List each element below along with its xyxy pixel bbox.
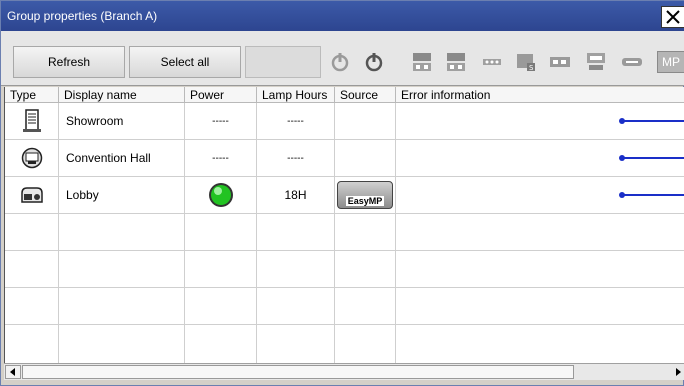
type-cell [5, 103, 59, 140]
empty-cell [5, 288, 59, 325]
type-cell [5, 177, 59, 214]
empty-cell [59, 214, 185, 251]
display-name-cell: Lobby [59, 177, 185, 214]
empty-cell [257, 251, 335, 288]
power-on-icon [365, 53, 383, 72]
empty-cell [185, 214, 257, 251]
video-source-icon [483, 59, 501, 65]
callout-leader-line [622, 120, 684, 122]
window-title: Group properties (Branch A) [7, 9, 158, 23]
scrollbar-thumb[interactable] [22, 365, 574, 379]
column-header-lamp-hours[interactable]: Lamp Hours [257, 87, 335, 103]
title-bar: Group properties (Branch A) [1, 1, 684, 31]
power-on-green-icon [208, 183, 233, 207]
callout-leader-line [622, 194, 684, 196]
empty-cell [5, 214, 59, 251]
power-off-button[interactable] [329, 51, 351, 73]
empty-cell [257, 214, 335, 251]
close-icon [666, 10, 680, 24]
source-cell [335, 103, 396, 140]
source-svideo-button[interactable]: S [515, 51, 537, 73]
empty-cell [185, 288, 257, 325]
scroll-right-button[interactable] [671, 365, 684, 379]
arrow-right-icon [676, 368, 681, 376]
source-hdmi-button[interactable] [585, 51, 607, 73]
power-off-icon [331, 53, 349, 72]
empty-cell [5, 325, 59, 363]
source-computer1-button[interactable] [411, 51, 433, 73]
computer2-source-icon [447, 53, 465, 71]
column-header-source[interactable]: Source [335, 87, 396, 103]
empty-cell [59, 288, 185, 325]
empty-cell [396, 214, 684, 251]
column-header-power[interactable]: Power [185, 87, 257, 103]
empty-cell [396, 325, 684, 363]
horizontal-scrollbar[interactable] [4, 363, 684, 380]
round-projector-icon [21, 147, 42, 169]
source-cell: EasyMP [335, 177, 396, 214]
empty-cell [5, 251, 59, 288]
empty-cell [335, 288, 396, 325]
type-cell [5, 140, 59, 177]
power-on-button[interactable] [363, 51, 385, 73]
display-name-cell: Convention Hall [59, 140, 185, 177]
select-all-button[interactable]: Select all [129, 46, 241, 78]
projector-table: Type Display name Power Lamp Hours Sourc… [4, 87, 684, 363]
empty-cell [396, 251, 684, 288]
group-properties-window: Group properties (Branch A) Refresh Sele… [0, 0, 684, 386]
easymp-source-icon: EasyMP [337, 181, 393, 209]
empty-cell [335, 251, 396, 288]
close-button[interactable] [661, 6, 684, 28]
empty-cell [185, 251, 257, 288]
scroll-left-button[interactable] [5, 365, 21, 379]
source-video-button[interactable] [481, 51, 503, 73]
source-usb-button[interactable] [621, 51, 643, 73]
component-source-icon [550, 57, 570, 67]
column-header-display-name[interactable]: Display name [59, 87, 185, 103]
empty-cell [396, 288, 684, 325]
empty-cell [59, 325, 185, 363]
source-computer2-button[interactable] [445, 51, 467, 73]
callout-leader-line [622, 157, 684, 159]
toolbar-spacer [245, 46, 321, 78]
lamp-hours-cell: ----- [257, 140, 335, 177]
toolbar: Refresh Select all S MP [1, 31, 684, 86]
hdmi-source-icon [587, 53, 605, 70]
mp-source-button[interactable]: MP [657, 51, 684, 73]
empty-cell [185, 325, 257, 363]
computer1-source-icon [413, 53, 431, 71]
empty-cell [59, 251, 185, 288]
empty-cell [335, 214, 396, 251]
refresh-button[interactable]: Refresh [13, 46, 125, 78]
easymp-source-label: EasyMP [345, 196, 385, 206]
arrow-left-icon [10, 368, 15, 376]
tower-projector-icon [22, 109, 41, 132]
power-cell [185, 177, 257, 214]
empty-cell [335, 325, 396, 363]
s-video-source-icon: S [517, 54, 535, 72]
projector-icon [20, 187, 43, 203]
column-header-type[interactable]: Type [5, 87, 59, 103]
power-cell: ----- [185, 103, 257, 140]
column-header-error-information[interactable]: Error information [396, 87, 684, 103]
display-name-cell: Showroom [59, 103, 185, 140]
lamp-hours-cell: ----- [257, 103, 335, 140]
empty-cell [257, 325, 335, 363]
svg-text:S: S [529, 64, 534, 72]
lamp-hours-cell: 18H [257, 177, 335, 214]
empty-cell [257, 288, 335, 325]
power-cell: ----- [185, 140, 257, 177]
source-component-button[interactable] [549, 51, 571, 73]
usb-source-icon [622, 58, 642, 66]
source-cell [335, 140, 396, 177]
